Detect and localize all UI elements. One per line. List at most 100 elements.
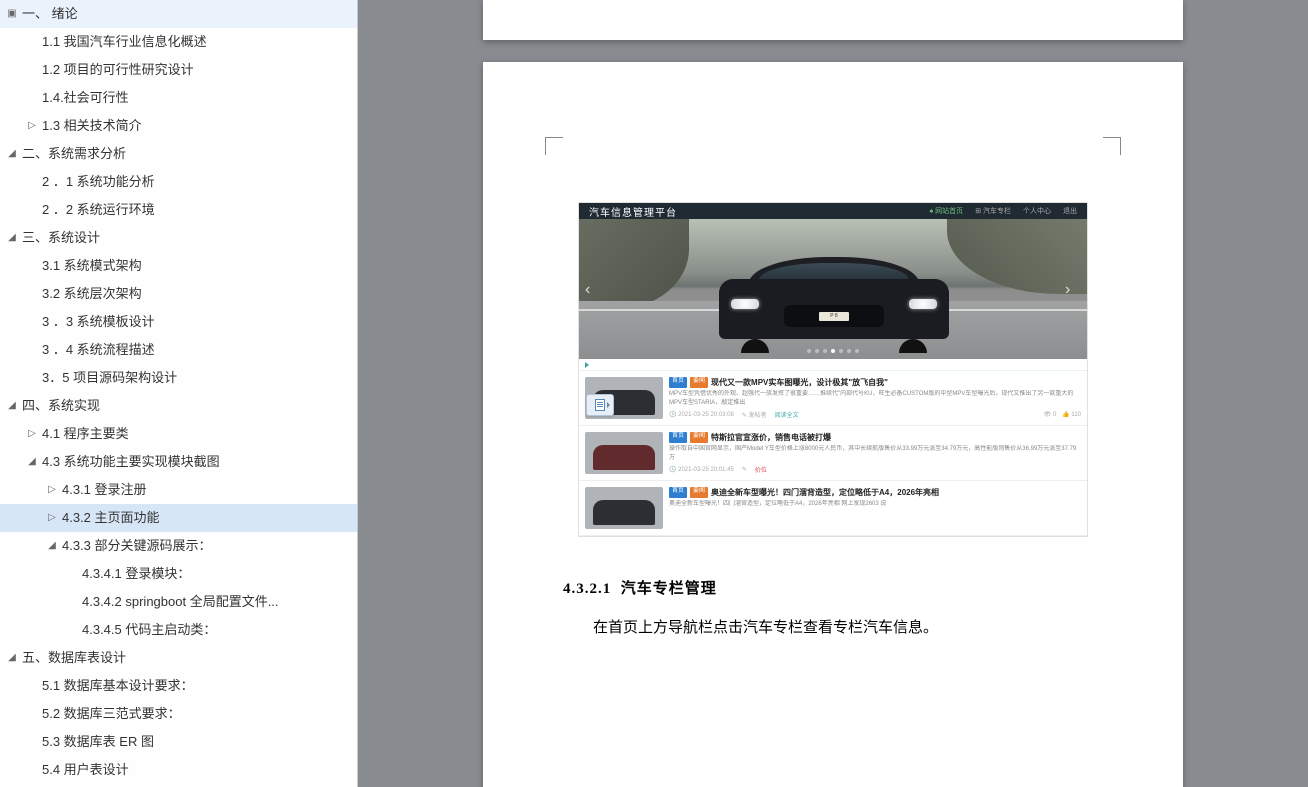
- outline-label: 5.4 用户表设计: [42, 762, 129, 778]
- outline-item[interactable]: 3 ．4 系统流程描述: [0, 336, 357, 364]
- outline-label: 1.2 项目的可行性研究设计: [42, 62, 194, 78]
- outline-item[interactable]: 5.2 数据库三范式要求：: [0, 700, 357, 728]
- outline-item[interactable]: ▣一、 绪论: [0, 0, 357, 28]
- outline-item[interactable]: 3.1 系统模式架构: [0, 252, 357, 280]
- outline-label: 1.3 相关技术简介: [42, 118, 142, 134]
- outline-label: 3．5 项目源码架构设计: [42, 370, 177, 386]
- embed-brand: 汽车信息管理平台: [589, 204, 677, 219]
- embed-hero-carousel: P 8 ‹ ›: [579, 219, 1087, 359]
- outline-item[interactable]: 4.3.4.1 登录模块：: [0, 560, 357, 588]
- news-desc: 操作取自中国官网显示，国产Model Y车型价格上涨8000元人民币，其中长续航…: [669, 445, 1081, 463]
- outline-item[interactable]: 4.3.4.2 springboot 全局配置文件...: [0, 588, 357, 616]
- outline-label: 4.3.2 主页面功能: [62, 510, 160, 526]
- outline-label: 3.1 系统模式架构: [42, 258, 142, 274]
- news-thumbnail: [585, 432, 663, 474]
- outline-item[interactable]: 3 ．3 系统模板设计: [0, 308, 357, 336]
- outline-label: 3 ．4 系统流程描述: [42, 342, 155, 358]
- outline-item[interactable]: 1.2 项目的可行性研究设计: [0, 56, 357, 84]
- outline-item[interactable]: 2 ．2 系统运行环境: [0, 196, 357, 224]
- news-item[interactable]: 首页要闻现代又一款MPV实车图曝光，设计极其"放飞自我"MPV车型凭借优秀的外观…: [579, 371, 1087, 426]
- outline-label: 四、系统实现: [22, 398, 100, 414]
- expand-toggle-icon[interactable]: ▷: [26, 118, 38, 134]
- outline-item[interactable]: ◢五、数据库表设计: [0, 644, 357, 672]
- outline-item[interactable]: ◢4.3 系统功能主要实现模块截图: [0, 448, 357, 476]
- outline-item[interactable]: 3．5 项目源码架构设计: [0, 364, 357, 392]
- expand-toggle-icon[interactable]: ▷: [46, 482, 58, 498]
- outline-item[interactable]: ▷1.3 相关技术简介: [0, 112, 357, 140]
- news-tag: 要闻: [690, 487, 708, 498]
- outline-item[interactable]: 1.4.社会可行性: [0, 84, 357, 112]
- outline-label: 一、 绪论: [22, 6, 78, 22]
- outline-label: 3 ．3 系统模板设计: [42, 314, 155, 330]
- outline-item[interactable]: ◢4.3.3 部分关键源码展示：: [0, 532, 357, 560]
- outline-item[interactable]: ▷4.1 程序主要类: [0, 420, 357, 448]
- carousel-prev-icon[interactable]: ‹: [585, 281, 601, 297]
- expand-toggle-icon[interactable]: ▷: [26, 426, 38, 442]
- outline-label: 4.3.4.1 登录模块：: [82, 566, 190, 582]
- outline-item[interactable]: 5.3 数据库表 ER 图: [0, 728, 357, 756]
- outline-item[interactable]: 5.1 数据库基本设计要求：: [0, 672, 357, 700]
- embed-news-list: 首页要闻现代又一款MPV实车图曝光，设计极其"放飞自我"MPV车型凭借优秀的外观…: [579, 371, 1087, 536]
- outline-item[interactable]: ◢二、系统需求分析: [0, 140, 357, 168]
- news-item[interactable]: 首页要闻特斯拉官宣涨价，销售电话被打爆操作取自中国官网显示，国产Model Y车…: [579, 426, 1087, 481]
- outline-item[interactable]: ◢三、系统设计: [0, 224, 357, 252]
- outline-label: 4.1 程序主要类: [42, 426, 129, 442]
- outline-item[interactable]: 1.1 我国汽车行业信息化概述: [0, 28, 357, 56]
- outline-label: 1.1 我国汽车行业信息化概述: [42, 34, 207, 50]
- outline-label: 五、数据库表设计: [22, 650, 126, 666]
- news-title: 特斯拉官宣涨价，销售电话被打爆: [711, 432, 831, 443]
- document-icon: [595, 399, 605, 411]
- play-icon: [585, 362, 589, 368]
- outline-label: 3.2 系统层次架构: [42, 286, 142, 302]
- crop-mark-tl: [545, 137, 563, 155]
- outline-item[interactable]: 3.2 系统层次架构: [0, 280, 357, 308]
- expand-toggle-icon[interactable]: ▷: [46, 510, 58, 526]
- expand-toggle-icon[interactable]: ▣: [6, 6, 18, 22]
- expand-toggle-icon[interactable]: ◢: [6, 398, 18, 414]
- outline-label: 三、系统设计: [22, 230, 100, 246]
- news-tag: 首页: [669, 377, 687, 388]
- news-thumbnail: [585, 487, 663, 529]
- embed-nav-item[interactable]: 退出: [1063, 206, 1077, 216]
- document-area[interactable]: 汽车信息管理平台 ♠ 网站首页 ⊞ 汽车专栏 个人中心 退出 P 8 ‹ ›: [358, 0, 1308, 787]
- embed-toolbar: [579, 359, 1087, 371]
- expand-toggle-icon[interactable]: ◢: [46, 538, 58, 554]
- paste-options-button[interactable]: [586, 394, 614, 416]
- outline-item[interactable]: ▷4.3.1 登录注册: [0, 476, 357, 504]
- expand-toggle-icon[interactable]: ◢: [6, 230, 18, 246]
- carousel-next-icon[interactable]: ›: [1065, 281, 1081, 297]
- outline-item[interactable]: ▷4.3.2 主页面功能: [0, 504, 357, 532]
- outline-item[interactable]: ◢四、系统实现: [0, 392, 357, 420]
- outline-label: 1.4.社会可行性: [42, 90, 129, 106]
- section-heading: 4.3.2.1 汽车专栏管理: [563, 577, 1103, 598]
- embed-nav-item[interactable]: ♠ 网站首页: [930, 206, 964, 216]
- outline-item[interactable]: 5.4 用户表设计: [0, 756, 357, 784]
- outline-label: 5.1 数据库基本设计要求：: [42, 678, 194, 694]
- body-paragraph: 在首页上方导航栏点击汽车专栏查看专栏汽车信息。: [563, 616, 1103, 640]
- news-title: 奥迪全新车型曝光！四门溜背造型，定位略低于A4，2026年亮相: [711, 487, 939, 498]
- outline-item[interactable]: 4.3.4.5 代码主启动类：: [0, 616, 357, 644]
- outline-label: 2 ．2 系统运行环境: [42, 202, 155, 218]
- hero-plate: P 8: [819, 312, 849, 321]
- outline-item[interactable]: 2 ．1 系统功能分析: [0, 168, 357, 196]
- embedded-screenshot: 汽车信息管理平台 ♠ 网站首页 ⊞ 汽车专栏 个人中心 退出 P 8 ‹ ›: [578, 202, 1088, 537]
- expand-toggle-icon[interactable]: ◢: [26, 454, 38, 470]
- news-tag: 要闻: [690, 377, 708, 388]
- news-meta: 🕓 2021-03-25 20:03:08✎ 发帖者阅读全文👁 0👍 110: [669, 410, 1081, 419]
- outline-label: 2 ．1 系统功能分析: [42, 174, 155, 190]
- outline-panel[interactable]: ▣一、 绪论 1.1 我国汽车行业信息化概述 1.2 项目的可行性研究设计 1.4.社…: [0, 0, 358, 787]
- outline-label: 5.3 数据库表 ER 图: [42, 734, 154, 750]
- outline-label: 4.3.4.5 代码主启动类：: [82, 622, 216, 638]
- embed-nav-item[interactable]: 个人中心: [1023, 206, 1051, 216]
- outline-label: 4.3 系统功能主要实现模块截图: [42, 454, 220, 470]
- expand-toggle-icon[interactable]: ◢: [6, 650, 18, 666]
- outline-label: 5.2 数据库三范式要求：: [42, 706, 181, 722]
- hero-car-image: P 8: [719, 257, 949, 353]
- outline-label: 4.3.3 部分关键源码展示：: [62, 538, 212, 554]
- document-page: 汽车信息管理平台 ♠ 网站首页 ⊞ 汽车专栏 个人中心 退出 P 8 ‹ ›: [483, 62, 1183, 787]
- news-item[interactable]: 首页要闻奥迪全新车型曝光！四门溜背造型，定位略低于A4，2026年亮相奥迪全新车…: [579, 481, 1087, 536]
- embed-navbar: 汽车信息管理平台 ♠ 网站首页 ⊞ 汽车专栏 个人中心 退出: [579, 203, 1087, 219]
- expand-toggle-icon[interactable]: ◢: [6, 146, 18, 162]
- embed-nav-item[interactable]: ⊞ 汽车专栏: [975, 206, 1011, 216]
- news-desc: MPV车型凭借优秀的外观、超强代一族发挥了很重要……推续代"内部代号KU，旺生必…: [669, 390, 1081, 408]
